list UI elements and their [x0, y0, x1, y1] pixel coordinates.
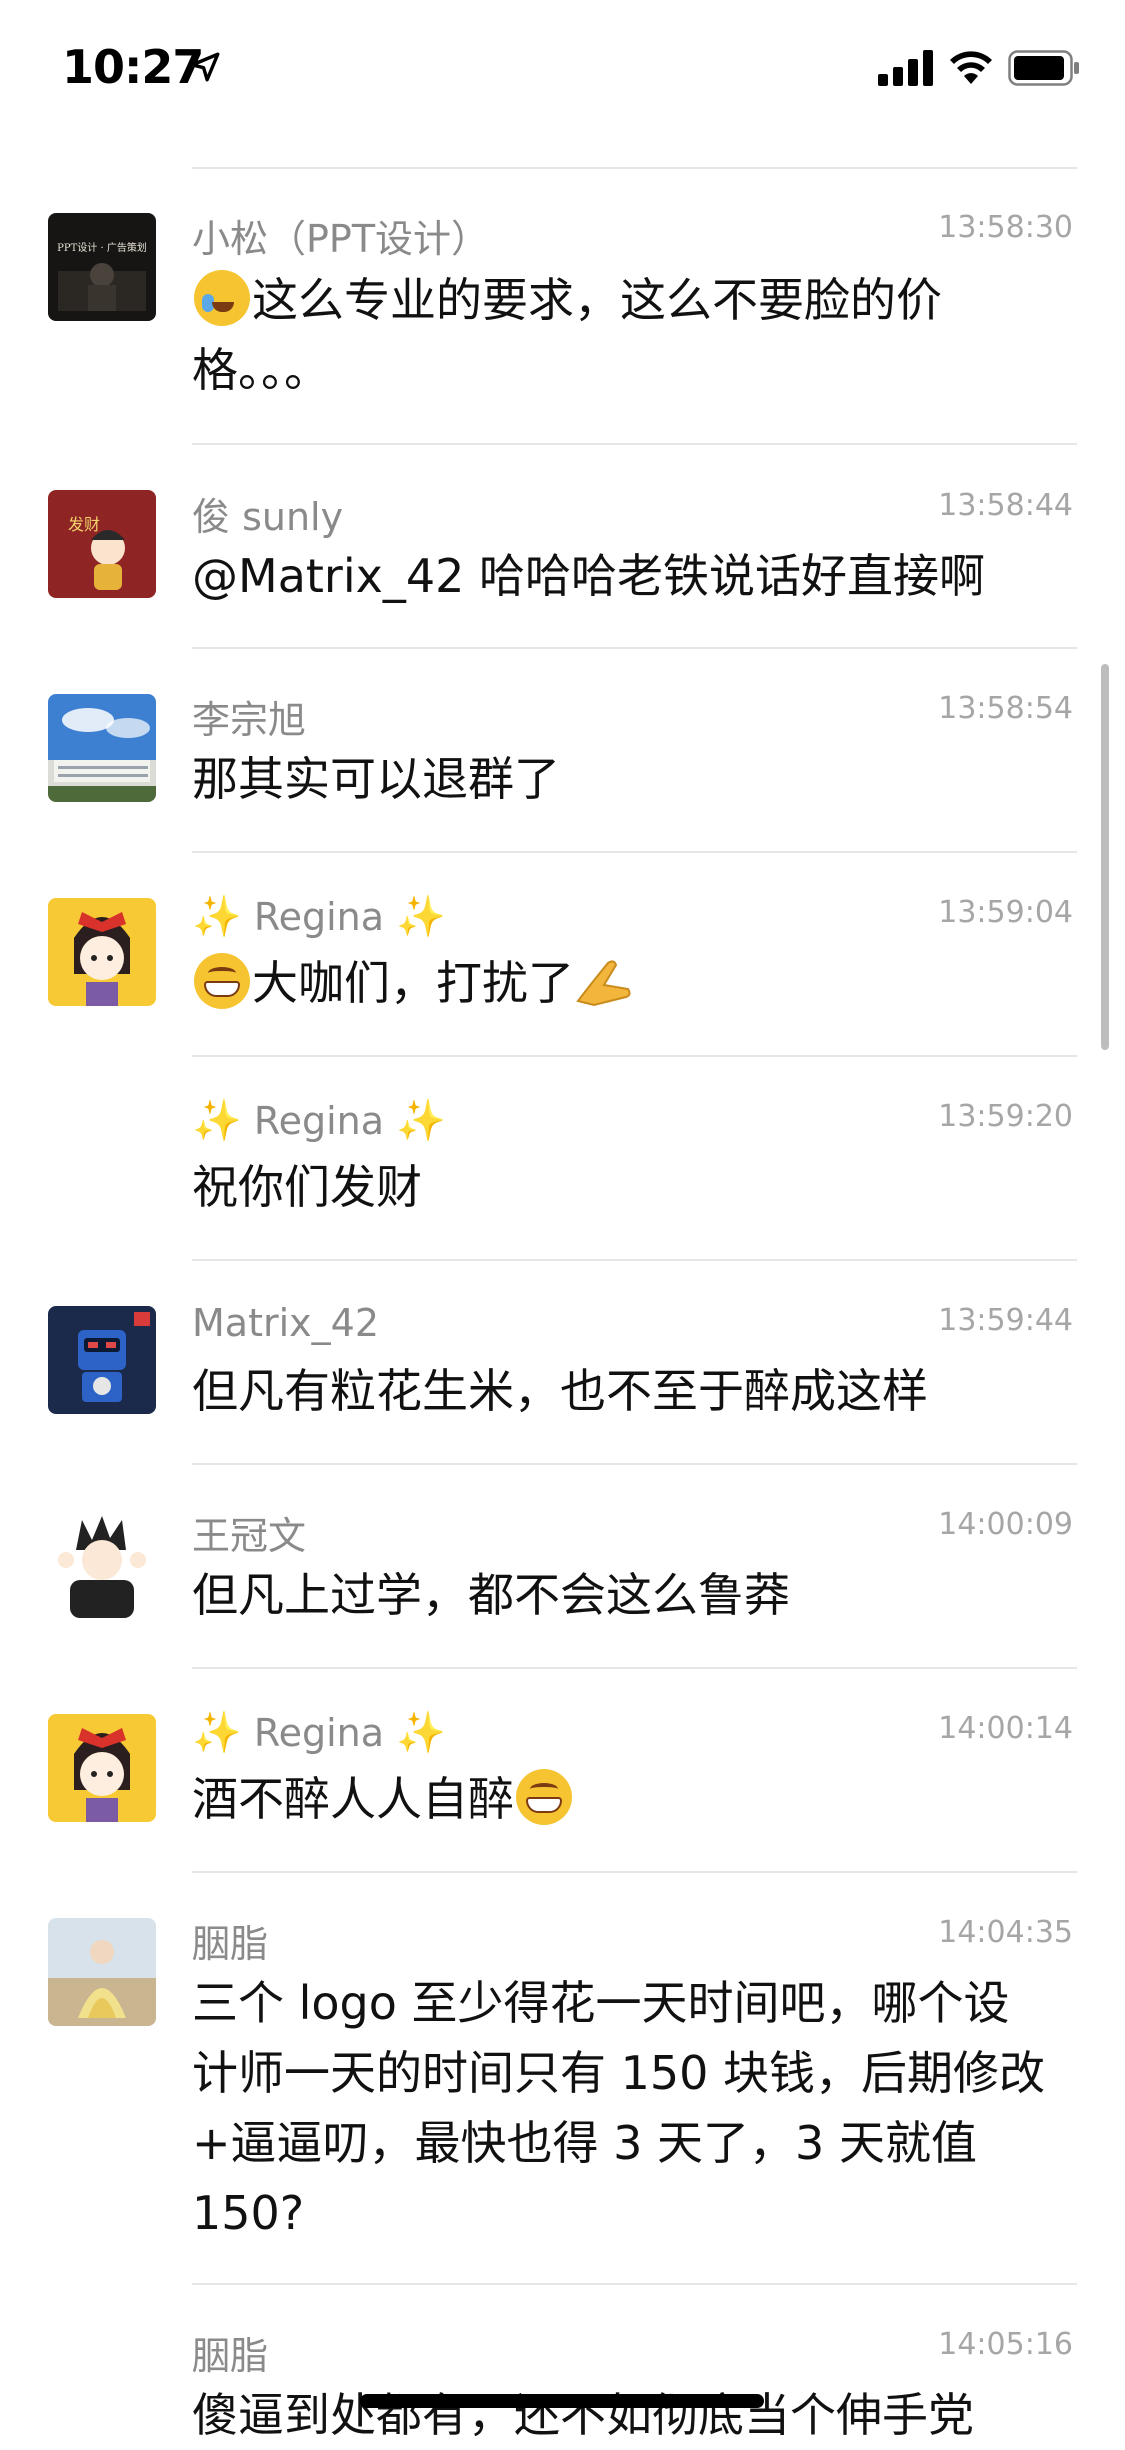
divider: [192, 2283, 1077, 2285]
sender-name: 胭脂: [192, 2334, 269, 2378]
avatar[interactable]: [48, 1714, 156, 1822]
avatar[interactable]: 发财: [48, 490, 156, 598]
message-text: 但凡有粒花生米，也不至于醉成这样: [192, 1364, 928, 1418]
sender-name: 俊 sunly: [192, 495, 344, 539]
message-text: 那其实可以退群了: [192, 752, 560, 806]
sender-name: 王冠文: [192, 1514, 307, 1558]
avatar[interactable]: PPT设计 · 广告策划: [48, 213, 156, 321]
message-time: 14:04:35: [938, 1915, 1073, 1950]
sender-name: ✨ Regina ✨: [192, 1710, 446, 1756]
grinning-emoji-icon: [516, 1769, 572, 1825]
divider: [192, 647, 1077, 649]
message-text: 酒不醉人人自醉: [192, 1764, 1077, 1834]
divider: [192, 1667, 1077, 1669]
avatar[interactable]: [48, 694, 156, 802]
message-time: 14:00:14: [938, 1711, 1073, 1746]
avatar[interactable]: [48, 1306, 156, 1414]
home-indicator[interactable]: [360, 2394, 764, 2408]
message-time: 14:00:09: [938, 1507, 1073, 1542]
message-time: 13:58:54: [938, 691, 1073, 726]
message-text: 这么专业的要求，这么不要脸的价 格。。。: [192, 265, 1077, 405]
crying-laughing-emoji-icon: [194, 270, 250, 326]
sparkles-icon: ✨: [192, 1098, 242, 1144]
sparkles-icon: ✨: [192, 894, 242, 940]
divider: [192, 1055, 1077, 1057]
message-time: 13:58:44: [938, 488, 1073, 523]
avatar[interactable]: [48, 1918, 156, 2026]
sparkles-icon: ✨: [396, 1710, 446, 1756]
divider: [192, 851, 1077, 853]
message-time: 13:59:44: [938, 1303, 1073, 1338]
message-time: 13:59:20: [938, 1099, 1073, 1134]
message-text: 傻逼到处都有，还不如彻底当个伸手党: [192, 2388, 974, 2442]
message-text: 但凡上过学，都不会这么鲁莽: [192, 1568, 790, 1622]
avatar[interactable]: [48, 1510, 156, 1618]
scrollbar[interactable]: [1101, 664, 1109, 1050]
sender-name: 小松（PPT设计）: [192, 217, 490, 261]
sparkles-icon: ✨: [396, 894, 446, 940]
grinning-emoji-icon: [194, 953, 250, 1009]
divider: [192, 1259, 1077, 1261]
divider: [192, 1463, 1077, 1465]
sparkles-icon: ✨: [192, 1710, 242, 1756]
message-text: @Matrix_42 哈哈哈老铁说话好直接啊: [192, 549, 985, 603]
sender-name: ✨ Regina ✨: [192, 894, 446, 940]
divider: [192, 167, 1077, 169]
message-time: 13:59:04: [938, 895, 1073, 930]
avatar[interactable]: [48, 898, 156, 1006]
message-time: 13:58:30: [938, 210, 1073, 245]
divider: [192, 443, 1077, 445]
avatar-text: PPT设计 · 广告策划: [57, 241, 147, 254]
message-text: 三个 logo 至少得花一天时间吧，哪个设 计师一天的时间只有 150 块钱，后…: [192, 1976, 1046, 2240]
sender-name: ✨ Regina ✨: [192, 1098, 446, 1144]
sparkles-icon: ✨: [396, 1098, 446, 1144]
chat-message-list[interactable]: PPT设计 · 广告策划 小松（PPT设计） 13:58:30 这么专业的要求，…: [0, 0, 1125, 2442]
sender-name: 李宗旭: [192, 698, 307, 742]
message-text: 大咖们，打扰了: [192, 948, 1077, 1018]
sender-name: Matrix_42: [192, 1301, 379, 1345]
sender-name: 胭脂: [192, 1922, 269, 1966]
pray-hands-icon: [576, 960, 631, 1007]
message-text: 祝你们发财: [192, 1160, 422, 1214]
message-time: 14:05:16: [938, 2327, 1073, 2362]
divider: [192, 1871, 1077, 1873]
avatar-text: 发财: [68, 515, 100, 534]
